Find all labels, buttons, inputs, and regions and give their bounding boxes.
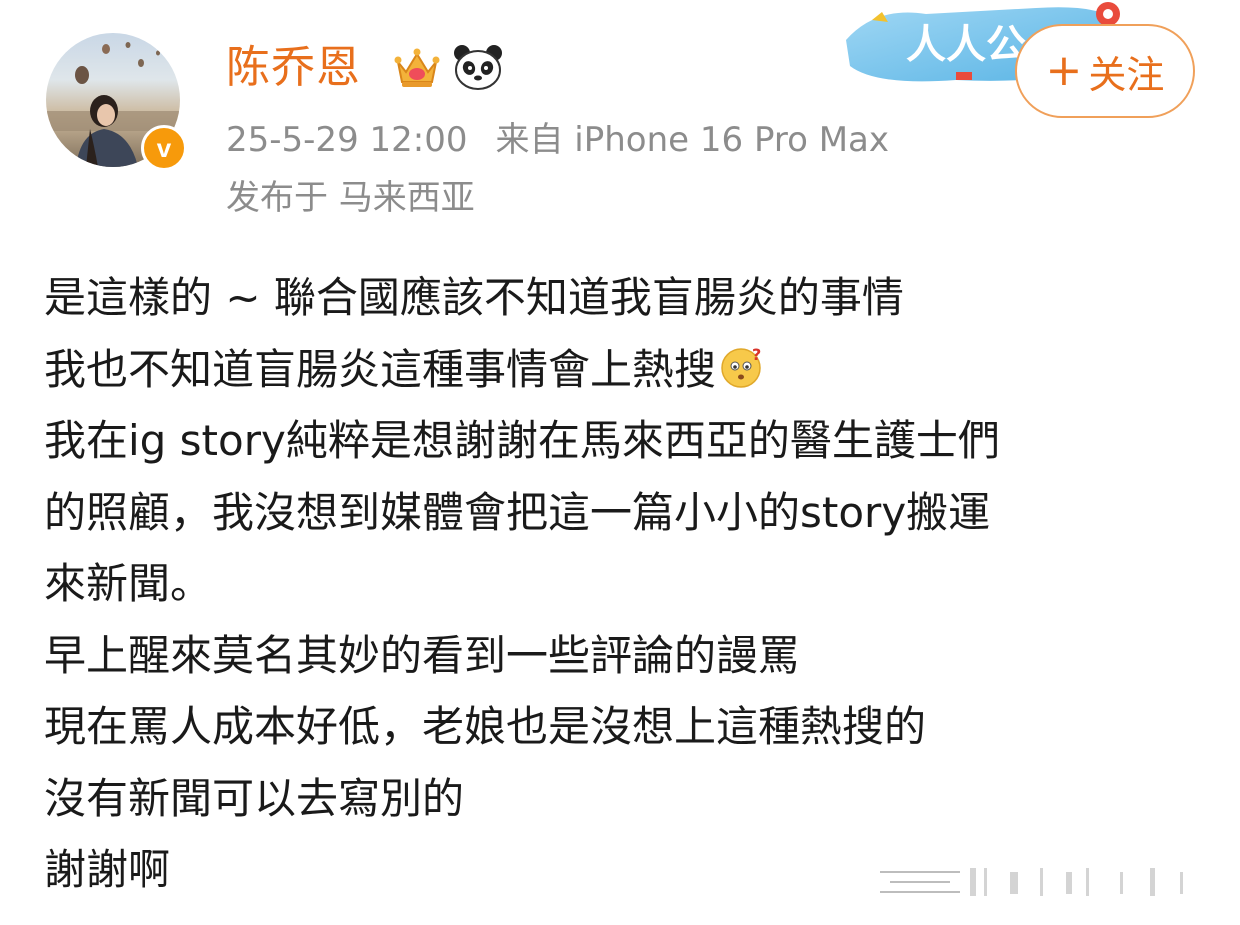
follow-button[interactable]: + 关注 (1015, 24, 1195, 118)
username[interactable]: 陈乔恩 (226, 40, 361, 96)
post-line: 來新聞。 (44, 559, 213, 608)
verified-label: v (156, 132, 172, 163)
post-line: 的照顧，我沒想到媒體會把這一篇小小的story搬運 (44, 487, 991, 537)
follow-button-label: 关注 (1088, 52, 1165, 97)
watermark-lines-icon (880, 868, 1183, 896)
watermark-text: 人人公 (906, 22, 1026, 68)
post-line: 現在罵人成本好低，老娘也是沒想上這種熱搜的 (44, 702, 927, 751)
thinking-face-icon: ? (721, 345, 761, 388)
post-timestamp: 25-5-29 12:00 (226, 120, 468, 160)
svg-text:?: ? (752, 345, 761, 364)
crown-icon (394, 48, 440, 87)
post-line: 是這樣的 ~ 聯合國應該不知道我盲腸炎的事情 (44, 273, 904, 322)
post-body: 是這樣的 ~ 聯合國應該不知道我盲腸炎的事情 我也不知道盲腸炎這種事情會上熱搜 … (44, 262, 1204, 906)
post-line: 早上醒來莫名其妙的看到一些評論的謾罵 (44, 630, 801, 680)
post-line: 我在ig story純粹是想謝謝在馬來西亞的醫生護士們 (44, 416, 1000, 465)
post-location: 发布于 马来西亚 (226, 178, 475, 218)
post-line: 我也不知道盲腸炎這種事情會上熱搜 (44, 344, 717, 394)
post-source: 来自 iPhone 16 Pro Max (495, 120, 890, 160)
plus-icon: + (1045, 45, 1083, 96)
post-line: 沒有新聞可以去寫別的 (44, 773, 465, 823)
verified-badge: v (141, 125, 187, 171)
panda-icon (454, 45, 502, 90)
post-line-with-emoji: 我也不知道盲腸炎這種事情會上熱搜 ? (44, 334, 1204, 406)
post-meta: 25-5-29 12:00 来自 iPhone 16 Pro Max (226, 118, 889, 162)
